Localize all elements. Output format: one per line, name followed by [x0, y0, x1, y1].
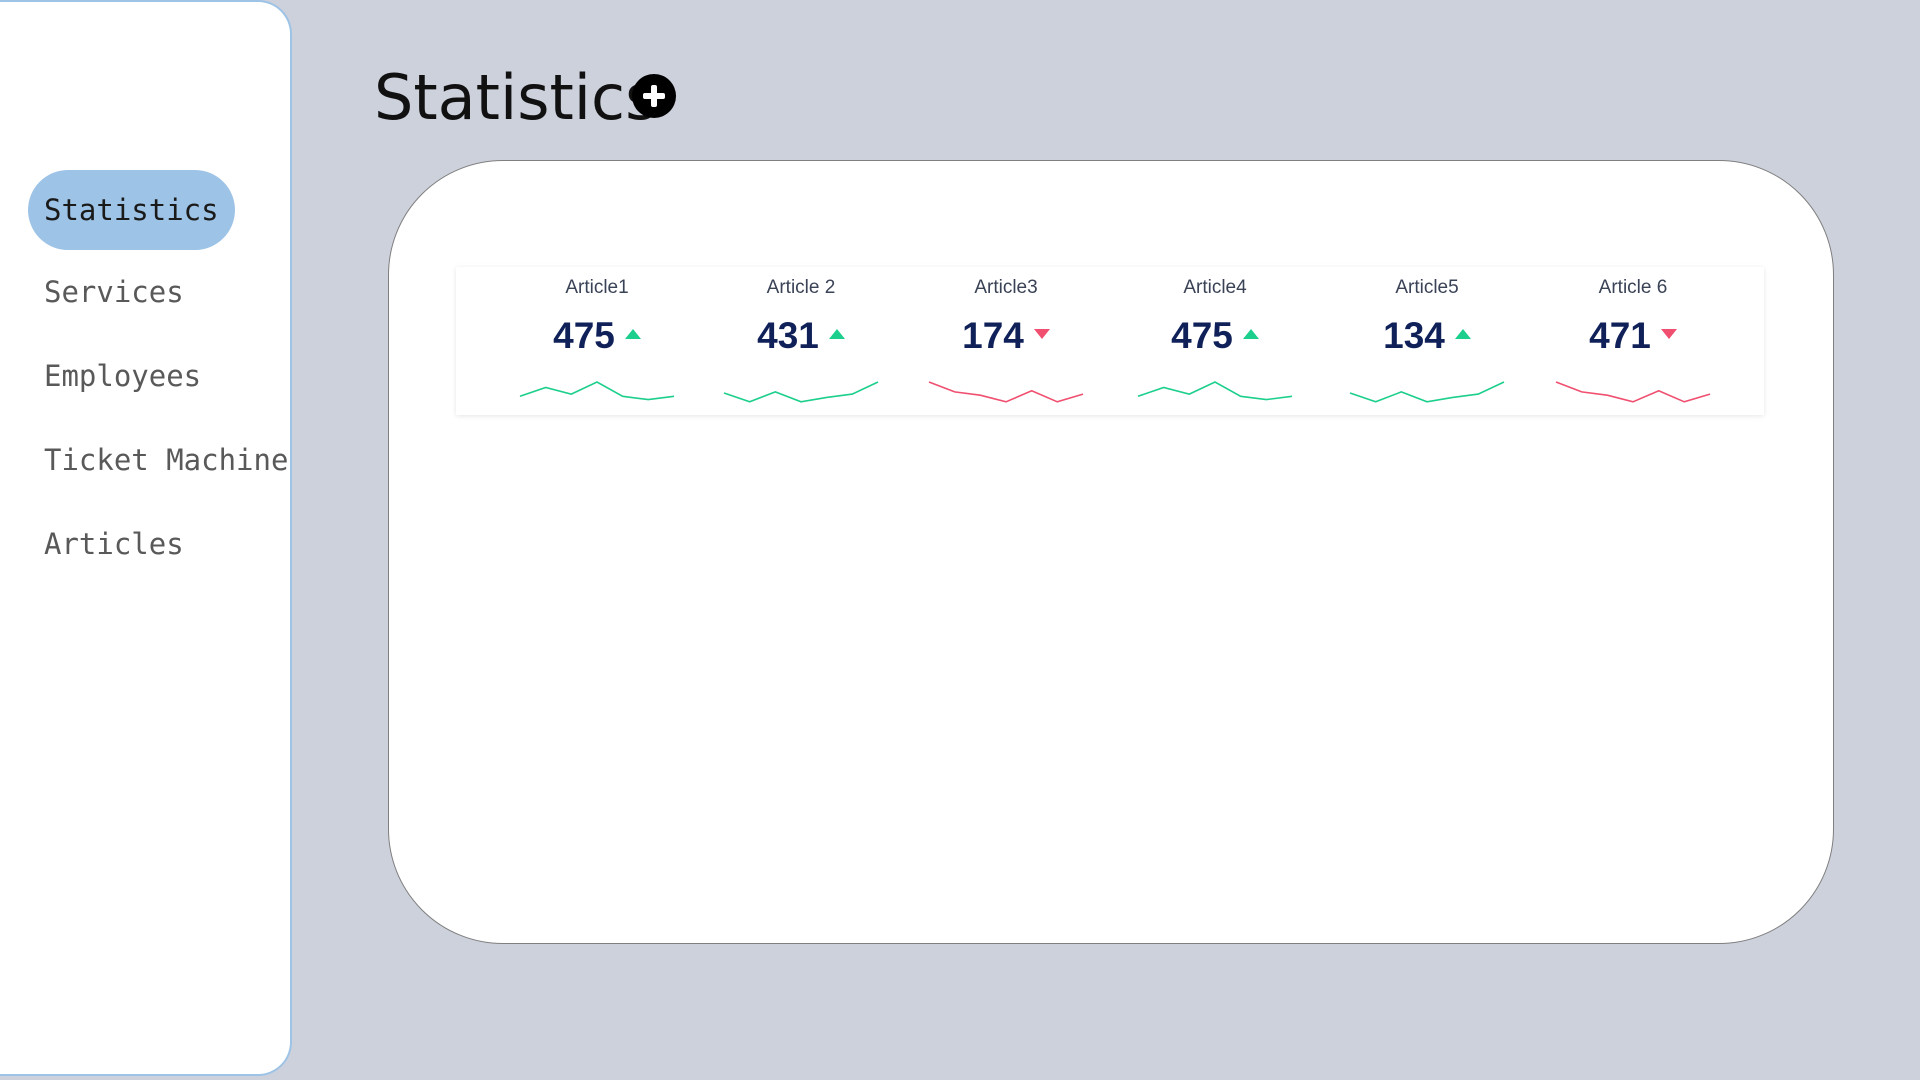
- kpi-value-row: 475: [1130, 315, 1300, 357]
- kpi-value: 475: [1171, 315, 1233, 356]
- kpi-label: Article 6: [1598, 277, 1668, 298]
- kpi-value: 174: [962, 315, 1024, 356]
- kpi-value: 475: [553, 315, 615, 356]
- sparkline: [519, 381, 675, 401]
- kpi-label: Article3: [974, 277, 1038, 298]
- sidebar-item-statistics[interactable]: Statistics: [28, 170, 235, 250]
- sparkline-line: [1137, 381, 1293, 401]
- kpi-value-row: 475: [512, 315, 682, 357]
- kpi-label: Article 2: [766, 277, 836, 298]
- kpi-value: 431: [757, 315, 819, 356]
- kpi-value-row: 471: [1548, 315, 1718, 357]
- trend-up-icon: [1454, 329, 1471, 340]
- sparkline-line: [1555, 381, 1711, 403]
- kpi-value: 471: [1589, 315, 1651, 356]
- trend-up-icon: [828, 329, 845, 340]
- trend-down-icon: [1660, 329, 1677, 340]
- kpi-value: 134: [1383, 315, 1445, 356]
- sparkline: [1349, 381, 1505, 403]
- trend-up-icon: [1242, 329, 1259, 340]
- kpi-value-row: 134: [1342, 315, 1512, 357]
- sidebar-item-services[interactable]: Services: [28, 252, 200, 332]
- kpi-card-article4: Article4 475: [1130, 267, 1300, 415]
- trend-up-icon: [624, 329, 641, 340]
- kpi-label: Article5: [1395, 277, 1459, 298]
- sidebar-item-employees[interactable]: Employees: [28, 336, 217, 416]
- kpi-value-row: 174: [921, 315, 1091, 357]
- sparkline: [1137, 381, 1293, 401]
- trend-down-icon: [1033, 329, 1050, 340]
- kpi-label: Article4: [1183, 277, 1247, 298]
- kpi-card-article-6: Article 6 471: [1548, 267, 1718, 415]
- kpi-value-row: 431: [716, 315, 886, 357]
- kpi-card-article1: Article1 475: [512, 267, 682, 415]
- kpi-card-article3: Article3 174: [921, 267, 1091, 415]
- plus-circle-icon[interactable]: [632, 74, 676, 118]
- kpi-card-article5: Article5 134: [1342, 267, 1512, 415]
- sparkline: [1555, 381, 1711, 403]
- kpi-label: Article1: [565, 277, 629, 298]
- sparkline-line: [1349, 381, 1505, 403]
- sparkline-line: [723, 381, 879, 403]
- kpi-card-article-2: Article 2 431: [716, 267, 886, 415]
- kpi-strip: Article1 475 Article 2 431 Article3 174 …: [456, 267, 1764, 415]
- sidebar-item-ticket-machine[interactable]: Ticket Machine: [28, 420, 304, 500]
- sparkline-line: [928, 381, 1084, 403]
- sparkline: [928, 381, 1084, 403]
- sparkline-line: [519, 381, 675, 401]
- sidebar: Statistics Services Employees Ticket Mac…: [0, 0, 292, 1076]
- sparkline: [723, 381, 879, 403]
- page-title: Statistics: [374, 61, 658, 134]
- sidebar-item-articles[interactable]: Articles: [28, 504, 200, 584]
